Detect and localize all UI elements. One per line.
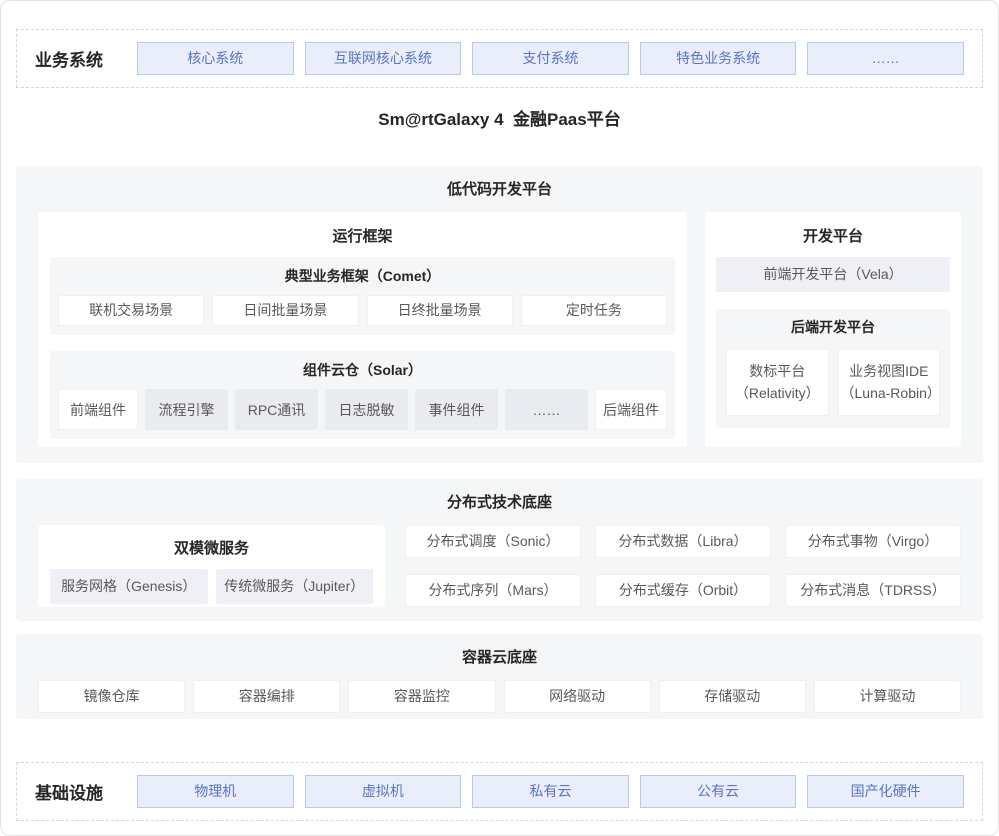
backend-dev-boxes: 数标平台 （Relativity） 业务视图IDE （Luna-Robin） (726, 349, 940, 416)
infrastructure-box: 虚拟机 (305, 775, 462, 808)
container-cloud-box: 容器编排 (193, 680, 340, 713)
distributed-service-box: 分布式序列（Mars） (405, 574, 581, 607)
solar-component-box: …… (505, 389, 588, 430)
distributed-service-box: 分布式调度（Sonic） (405, 525, 581, 558)
distributed-body: 双模微服务 服务网格（Genesis） 传统微服务（Jupiter） 分布式调度… (38, 525, 961, 607)
distributed-service-box: 分布式事物（Virgo） (785, 525, 961, 558)
solar-component-box: RPC通讯 (235, 389, 318, 430)
business-systems-boxes: 核心系统 互联网核心系统 支付系统 特色业务系统 …… (137, 42, 964, 75)
business-systems-row: 业务系统 核心系统 互联网核心系统 支付系统 特色业务系统 …… (16, 29, 983, 88)
business-system-box: 支付系统 (472, 42, 629, 75)
container-cloud-box: 计算驱动 (814, 680, 961, 713)
comet-scenario-box: 联机交易场景 (58, 295, 204, 326)
runtime-framework-card: 运行框架 典型业务框架（Comet） 联机交易场景 日间批量场景 日终批量场景 … (38, 212, 687, 447)
luna-robin-ide-name: 业务视图IDE (841, 361, 938, 383)
infrastructure-box: 物理机 (137, 775, 294, 808)
distributed-service-box: 分布式数据（Libra） (595, 525, 771, 558)
container-cloud-boxes: 镜像仓库 容器编排 容器监控 网络驱动 存储驱动 计算驱动 (38, 680, 961, 713)
dual-mode-boxes: 服务网格（Genesis） 传统微服务（Jupiter） (50, 569, 373, 604)
dev-platform-title: 开发平台 (716, 212, 950, 257)
distributed-services-grid: 分布式调度（Sonic） 分布式数据（Libra） 分布式事物（Virgo） 分… (405, 525, 961, 607)
container-cloud-box: 容器监控 (348, 680, 495, 713)
distributed-base-title: 分布式技术底座 (38, 493, 961, 513)
solar-components-row: 前端组件 流程引擎 RPC通讯 日志脱敏 事件组件 …… 后端组件 (58, 389, 667, 430)
business-system-box: 特色业务系统 (640, 42, 797, 75)
backend-dev-platform-card: 后端开发平台 数标平台 （Relativity） 业务视图IDE （Luna-R… (716, 309, 950, 428)
lowcode-platform-title: 低代码开发平台 (38, 180, 961, 200)
solar-component-box: 流程引擎 (145, 389, 228, 430)
comet-scenario-box: 日间批量场景 (212, 295, 358, 326)
solar-component-box: 后端组件 (595, 389, 667, 430)
comet-scenarios-row: 联机交易场景 日间批量场景 日终批量场景 定时任务 (58, 295, 667, 326)
backend-dev-platform-title: 后端开发平台 (726, 317, 940, 337)
dual-mode-microservice-card: 双模微服务 服务网格（Genesis） 传统微服务（Jupiter） (38, 525, 385, 607)
container-cloud-title: 容器云底座 (38, 648, 961, 668)
lowcode-body: 运行框架 典型业务框架（Comet） 联机交易场景 日间批量场景 日终批量场景 … (38, 212, 961, 447)
comet-scenario-box: 定时任务 (521, 295, 667, 326)
infrastructure-box: 公有云 (640, 775, 797, 808)
distributed-base-section: 分布式技术底座 双模微服务 服务网格（Genesis） 传统微服务（Jupite… (16, 479, 983, 621)
infrastructure-row: 基础设施 物理机 虚拟机 私有云 公有云 国产化硬件 (16, 762, 983, 821)
distributed-service-box: 分布式缓存（Orbit） (595, 574, 771, 607)
container-cloud-section: 容器云底座 镜像仓库 容器编排 容器监控 网络驱动 存储驱动 计算驱动 (16, 634, 983, 719)
container-cloud-box: 镜像仓库 (38, 680, 185, 713)
relativity-platform-code: （Relativity） (729, 383, 826, 405)
solar-component-box: 日志脱敏 (325, 389, 408, 430)
business-systems-label: 业务系统 (35, 46, 103, 71)
luna-robin-ide-box: 业务视图IDE （Luna-Robin） (838, 349, 941, 416)
infrastructure-box: 国产化硬件 (807, 775, 964, 808)
business-system-box: …… (807, 42, 964, 75)
business-system-box: 互联网核心系统 (305, 42, 462, 75)
lowcode-platform-section: 低代码开发平台 运行框架 典型业务框架（Comet） 联机交易场景 日间批量场景… (16, 166, 983, 463)
comet-scenario-box: 日终批量场景 (367, 295, 513, 326)
container-cloud-box: 网络驱动 (504, 680, 651, 713)
traditional-microservice-box: 传统微服务（Jupiter） (216, 569, 374, 604)
architecture-diagram: 业务系统 核心系统 互联网核心系统 支付系统 特色业务系统 …… Sm@rtGa… (0, 0, 999, 836)
container-cloud-box: 存储驱动 (659, 680, 806, 713)
solar-components-card: 组件云仓（Solar） 前端组件 流程引擎 RPC通讯 日志脱敏 事件组件 ……… (50, 351, 675, 439)
page-title: Sm@rtGalaxy 4 金融Paas平台 (16, 108, 983, 132)
solar-components-title: 组件云仓（Solar） (58, 360, 667, 380)
dual-mode-title: 双模微服务 (50, 531, 373, 569)
service-mesh-box: 服务网格（Genesis） (50, 569, 208, 604)
frontend-dev-platform-box: 前端开发平台（Vela） (716, 257, 950, 292)
solar-component-box: 事件组件 (415, 389, 498, 430)
luna-robin-ide-code: （Luna-Robin） (841, 383, 938, 405)
distributed-service-box: 分布式消息（TDRSS） (785, 574, 961, 607)
infrastructure-label: 基础设施 (35, 779, 103, 804)
comet-framework-card: 典型业务框架（Comet） 联机交易场景 日间批量场景 日终批量场景 定时任务 (50, 257, 675, 335)
infrastructure-boxes: 物理机 虚拟机 私有云 公有云 国产化硬件 (137, 775, 964, 808)
solar-component-box: 前端组件 (58, 389, 138, 430)
runtime-framework-title: 运行框架 (50, 212, 675, 257)
infrastructure-box: 私有云 (472, 775, 629, 808)
relativity-platform-name: 数标平台 (729, 361, 826, 383)
dev-platform-card: 开发平台 前端开发平台（Vela） 后端开发平台 数标平台 （Relativit… (705, 212, 961, 447)
relativity-platform-box: 数标平台 （Relativity） (726, 349, 829, 416)
business-system-box: 核心系统 (137, 42, 294, 75)
comet-framework-title: 典型业务框架（Comet） (58, 266, 667, 286)
